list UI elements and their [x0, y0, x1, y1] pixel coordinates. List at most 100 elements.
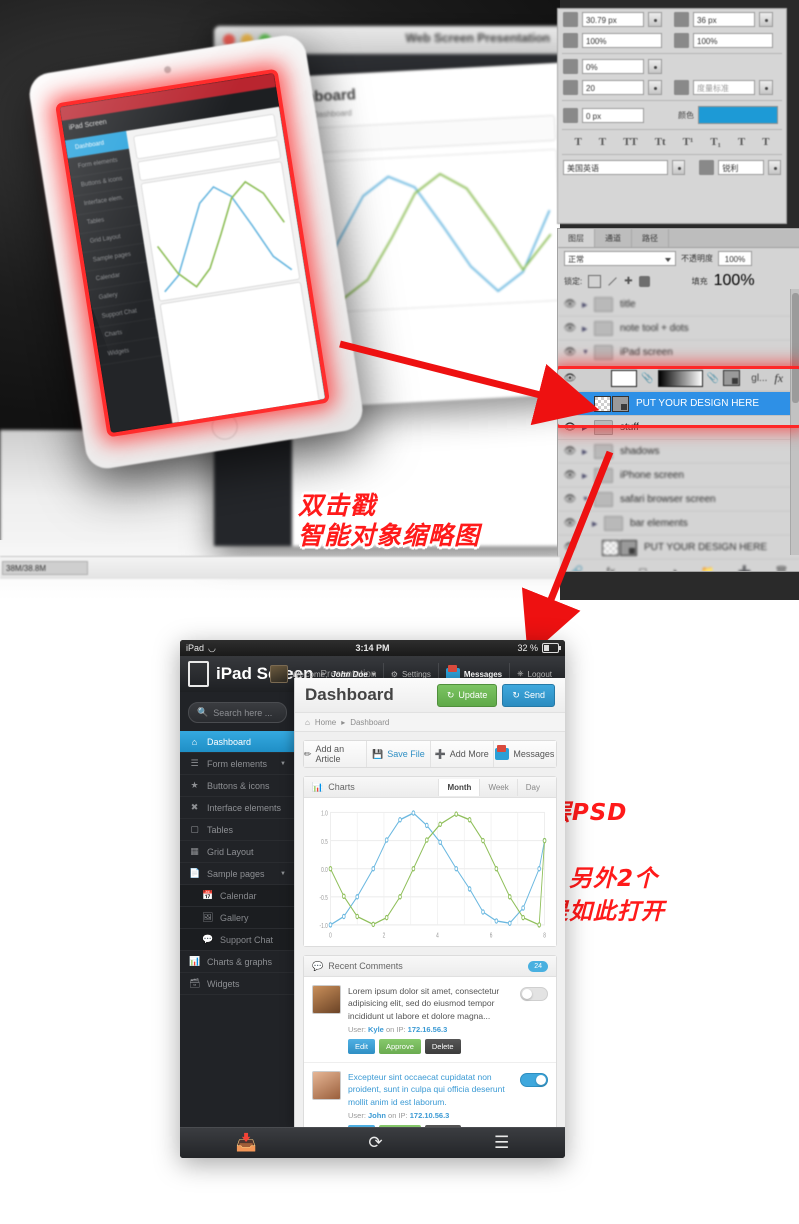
small-caps-icon[interactable]: Tt [655, 136, 666, 148]
lock-transparent-icon[interactable] [588, 274, 602, 288]
strikethrough-icon[interactable]: T [762, 136, 769, 148]
add-style-icon[interactable]: fx [607, 566, 616, 572]
adjustment-layer-icon[interactable]: ◑ [671, 566, 678, 572]
layers-scrollbar[interactable] [790, 289, 799, 555]
faux-italic-icon[interactable]: T [599, 136, 606, 148]
language-dropdown-icon[interactable] [672, 160, 686, 175]
sidebar-item-sample-pages[interactable]: 📄 Sample pages ▼ [180, 863, 295, 885]
chevron-right-icon[interactable]: ▶ [592, 520, 604, 528]
superscript-icon[interactable]: T¹ [683, 136, 694, 148]
photoshop-character-panel[interactable]: 30.79 px 36 px 100% 100% 0% 20 度量标准 0 px… [557, 8, 787, 224]
document-size-field[interactable]: 38M/38.8M [2, 561, 88, 575]
eye-icon[interactable]: 👁 [558, 470, 582, 481]
tab-day[interactable]: Day [516, 778, 548, 796]
update-button[interactable]: ↻ Update [436, 683, 498, 707]
sidebar-item-widgets[interactable]: 🗃 Widgets [180, 973, 295, 995]
tracking-field[interactable]: 0% [582, 59, 644, 74]
chevron-down-icon[interactable]: ▼ [280, 871, 286, 877]
underline-icon[interactable]: T [738, 136, 745, 148]
photoshop-layers-panel[interactable]: 图层 通道 路径 正常 不透明度 100% 锁定: ✚ 填充 100% 👁 ▶ … [557, 228, 799, 572]
layer-row-glass-fx[interactable]: 👁 📎 📎 gl... fx ▼ [558, 365, 799, 392]
chevron-right-icon[interactable]: ▶ [582, 472, 594, 480]
leading-field[interactable]: 36 px [693, 12, 755, 27]
font-size-dropdown-icon[interactable] [648, 12, 662, 27]
tracking-dropdown-icon[interactable] [648, 59, 662, 74]
language-select[interactable]: 美国英语 [563, 160, 669, 175]
chevron-down-icon[interactable]: ▼ [582, 349, 594, 356]
approve-button[interactable]: Approve [378, 1038, 421, 1054]
lock-all-icon[interactable] [638, 275, 650, 287]
search-input[interactable]: 🔍 Search here ... [188, 702, 287, 723]
send-button[interactable]: ↻ Send [502, 683, 555, 707]
eye-icon[interactable]: 👁 [558, 422, 582, 433]
opacity-field[interactable]: 100% [718, 251, 752, 266]
sidebar-item-grid-layout[interactable]: ▦ Grid Layout [180, 841, 295, 863]
fill-field[interactable]: 100% [714, 272, 755, 290]
sidebar-item-support-chat[interactable]: 💬 Support Chat [180, 929, 295, 951]
layer-row-note-tool[interactable]: 👁 ▶ note tool + dots [558, 317, 799, 341]
chevron-down-icon[interactable]: ▼ [280, 761, 286, 767]
comment-user[interactable]: Kyle [368, 1025, 384, 1034]
layer-effects-icon[interactable]: fx [774, 371, 783, 386]
all-caps-icon[interactable]: TT [623, 136, 638, 148]
smart-object-thumbnail[interactable] [602, 539, 619, 556]
eye-icon[interactable]: 👁 [558, 373, 582, 384]
horizontal-scale-field[interactable]: 100% [693, 33, 773, 48]
kerning-field[interactable]: 20 [582, 80, 644, 95]
eye-icon[interactable]: 👁 [558, 446, 582, 457]
delete-layer-icon[interactable]: 🗑 [774, 565, 788, 571]
layer-row-title[interactable]: 👁 ▶ title [558, 293, 799, 317]
eye-icon[interactable]: 👁 [558, 542, 582, 553]
eye-icon[interactable]: 👁 [558, 299, 582, 310]
save-file-button[interactable]: 💾 Save File [367, 741, 431, 767]
tab-layers[interactable]: 图层 [558, 229, 595, 247]
baseline-shift-field[interactable]: 0 px [582, 107, 644, 123]
lock-position-icon[interactable]: ✚ [624, 276, 632, 287]
eye-icon[interactable]: 👁 [558, 347, 582, 358]
faux-bold-icon[interactable]: T [574, 136, 581, 148]
layer-row-safari-browser-screen[interactable]: 👁 ▼ safari browser screen [558, 488, 799, 512]
antialias-select[interactable]: 锐利 [718, 160, 764, 175]
new-group-icon[interactable]: 📁 [701, 565, 715, 571]
chevron-right-icon[interactable]: ▶ [582, 448, 594, 456]
eye-icon[interactable]: 👁 [558, 494, 582, 505]
blend-mode-select[interactable]: 正常 [564, 251, 676, 266]
layer-row-put-your-design-here-2[interactable]: 👁 PUT YOUR DESIGN HERE [558, 536, 799, 560]
tab-month[interactable]: Month [438, 778, 480, 796]
add-more-button[interactable]: ➕ Add More [431, 741, 494, 767]
add-mask-icon[interactable]: ◻ [638, 565, 647, 571]
tab-week[interactable]: Week [479, 778, 516, 796]
sidebar-item-dashboard[interactable]: ⌂ Dashboard [180, 731, 295, 753]
delete-button[interactable]: Delete [424, 1038, 461, 1054]
font-size-field[interactable]: 30.79 px [582, 12, 644, 27]
sidebar-item-tables[interactable]: ▢ Tables [180, 819, 295, 841]
eye-icon[interactable]: 👁 [558, 398, 582, 409]
sidebar-item-buttons-icons[interactable]: ★ Buttons & icons [180, 775, 295, 797]
layers-panel-toolbar[interactable]: 🔗 fx ◻ ◑ 📁 ➕ 🗑 [558, 560, 799, 572]
edit-button[interactable]: Edit [348, 1038, 375, 1054]
lock-image-icon[interactable] [608, 276, 617, 286]
list-icon[interactable]: ☰ [494, 1133, 509, 1153]
smart-object-thumbnail[interactable] [594, 395, 611, 412]
layer-row-put-your-design-here[interactable]: 👁 PUT YOUR DESIGN HERE [558, 392, 799, 416]
sidebar-item-interface-elements[interactable]: ✖ Interface elements [180, 797, 295, 819]
download-icon[interactable]: 📥 [236, 1133, 257, 1153]
layer-row-iphone-screen[interactable]: 👁 ▶ iPhone screen [558, 464, 799, 488]
refresh-icon[interactable]: ⟳ [368, 1133, 382, 1153]
subscript-icon[interactable]: T₁ [710, 136, 721, 148]
tab-channels[interactable]: 通道 [595, 229, 632, 247]
metrics-dropdown-icon[interactable] [759, 80, 773, 95]
chevron-right-icon[interactable]: ▶ [582, 301, 594, 309]
layer-row-ipad-screen[interactable]: 👁 ▼ iPad screen [558, 341, 799, 365]
chevron-down-icon[interactable]: ▼ [582, 496, 594, 503]
eye-icon[interactable]: 👁 [558, 518, 582, 529]
comment-toggle[interactable] [520, 987, 548, 1001]
tab-paths[interactable]: 路径 [632, 229, 669, 247]
new-layer-icon[interactable]: ➕ [737, 565, 751, 571]
kerning-dropdown-icon[interactable] [648, 80, 662, 95]
eye-icon[interactable]: 👁 [558, 323, 582, 334]
sidebar-item-calendar[interactable]: 📅 Calendar [180, 885, 295, 907]
layer-row-stuff[interactable]: 👁 ▶ stuff [558, 416, 799, 440]
chevron-right-icon[interactable]: ▶ [582, 325, 594, 333]
antialias-dropdown-icon[interactable] [767, 160, 781, 175]
